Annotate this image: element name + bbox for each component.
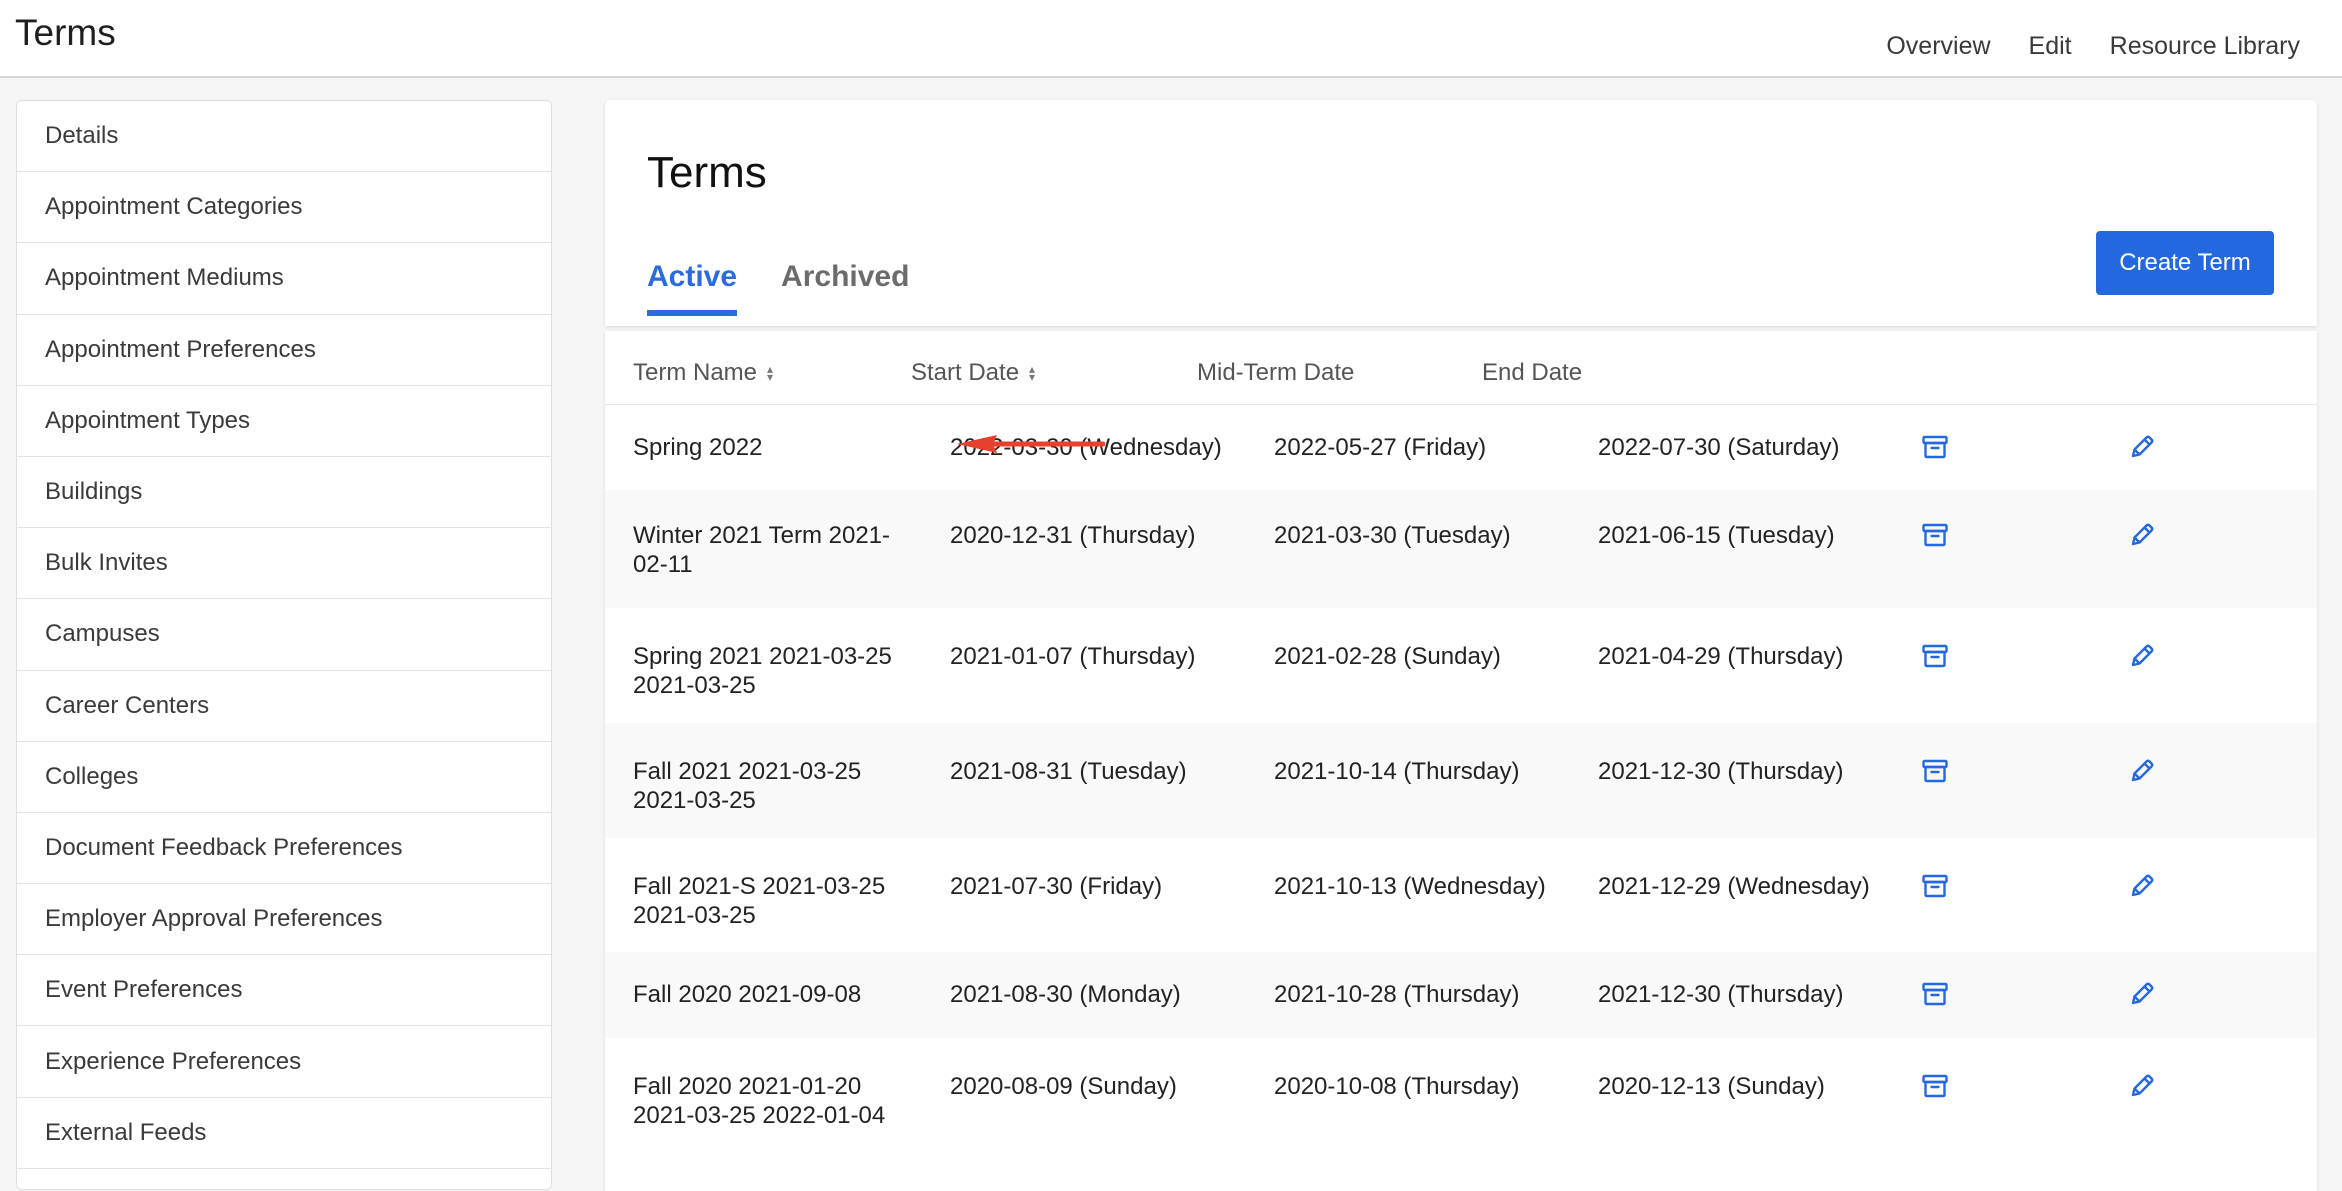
term-name-cell: Spring 2022 — [633, 434, 763, 461]
sort-icon[interactable]: ▴ ▾ — [1029, 363, 1035, 383]
term-name-cell: Fall 2021-S 2021-03-25 2021-03-25 — [633, 873, 886, 929]
column-label: Mid-Term Date — [1197, 359, 1355, 386]
term-name-cell: Fall 2021 2021-03-25 2021-03-25 — [633, 758, 862, 814]
mid-term-date-cell: 2021-02-28 (Sunday) — [1274, 643, 1501, 670]
table-row: Fall 2020 2021-01-20 2021-03-25 2022-01-… — [605, 1038, 2317, 1156]
end-date-cell: 2021-12-29 (Wednesday) — [1598, 873, 1870, 900]
table-row: Spring 2021 2021-03-25 2021-03-25 2021-01… — [605, 608, 2317, 723]
archive-icon[interactable] — [1920, 1071, 1950, 1101]
settings-sidebar: Details Appointment Categories Appointme… — [16, 100, 552, 1190]
end-date-cell: 2021-06-15 (Tuesday) — [1598, 522, 1835, 549]
edit-pencil-icon[interactable] — [2127, 871, 2157, 901]
term-name-cell: Fall 2020 2021-09-08 — [633, 981, 862, 1008]
end-date-cell: 2021-04-29 (Thursday) — [1598, 643, 1844, 670]
column-header-end-date: End Date — [1482, 359, 1582, 387]
mid-term-date-cell: 2021-10-13 (Wednesday) — [1274, 873, 1546, 900]
mid-term-date-cell: 2021-10-14 (Thursday) — [1274, 758, 1520, 785]
term-name-cell: Winter 2021 Term 2021- 02-11 — [633, 522, 891, 578]
archive-icon[interactable] — [1920, 871, 1950, 901]
sidebar-item-details[interactable]: Details — [17, 101, 551, 173]
mid-term-date-cell: 2022-05-27 (Friday) — [1274, 434, 1487, 461]
table-row: Spring 2022 2022-03-30 (Wednesday) 2022-05… — [605, 405, 2317, 490]
sidebar-item-document-feedback-preferences[interactable]: Document Feedback Preferences — [17, 813, 551, 885]
page-title: Terms — [647, 148, 767, 197]
column-header-mid-term-date: Mid-Term Date — [1197, 359, 1354, 387]
term-name-cell: Spring 2021 2021-03-25 2021-03-25 — [633, 643, 892, 699]
mid-term-date-cell: 2021-03-30 (Tuesday) — [1274, 522, 1511, 549]
sidebar-item-experience-preferences[interactable]: Experience Preferences — [17, 1026, 551, 1098]
top-header: Terms Overview Edit Resource Library — [0, 0, 2342, 78]
sort-icon[interactable]: ▴ ▾ — [767, 363, 773, 383]
edit-pencil-icon[interactable] — [2127, 520, 2157, 550]
top-nav: Overview Edit Resource Library — [1886, 32, 2300, 61]
tab-archived[interactable]: Archived — [781, 260, 909, 316]
nav-resource-library[interactable]: Resource Library — [2110, 32, 2300, 61]
sidebar-item-appointment-preferences[interactable]: Appointment Preferences — [17, 315, 551, 386]
start-date-cell: 2021-07-30 (Friday) — [950, 873, 1163, 900]
sidebar-item-buildings[interactable]: Buildings — [17, 457, 551, 529]
archive-icon[interactable] — [1920, 979, 1950, 1009]
table-row: Fall 2021 2021-03-25 2021-03-25 2021-08-3… — [605, 723, 2317, 838]
sidebar-item-career-centers[interactable]: Career Centers — [17, 671, 551, 742]
archive-icon[interactable] — [1920, 520, 1950, 550]
start-date-cell: 2021-08-30 (Monday) — [950, 981, 1181, 1008]
end-date-cell: 2021-12-30 (Thursday) — [1598, 981, 1844, 1008]
column-header-term-name[interactable]: Term Name ▴ ▾ — [633, 359, 773, 387]
edit-pencil-icon[interactable] — [2127, 432, 2157, 462]
sidebar-item-colleges[interactable]: Colleges — [17, 742, 551, 813]
sidebar-item-bulk-invites[interactable]: Bulk Invites — [17, 528, 551, 600]
table-row: Fall 2020 2021-09-08 2021-08-30 (Monday) 2… — [605, 952, 2317, 1038]
sidebar-item-campuses[interactable]: Campuses — [17, 599, 551, 671]
nav-overview[interactable]: Overview — [1886, 32, 1990, 61]
start-date-cell: 2020-08-09 (Sunday) — [950, 1073, 1177, 1100]
column-label: End Date — [1482, 359, 1583, 386]
create-term-button[interactable]: Create Term — [2096, 231, 2274, 295]
archive-icon[interactable] — [1920, 641, 1950, 671]
sidebar-item-external-feeds[interactable]: External Feeds — [17, 1098, 551, 1169]
tab-bar: Active Archived — [647, 260, 909, 316]
archive-icon[interactable] — [1920, 432, 1950, 462]
edit-pencil-icon[interactable] — [2127, 641, 2157, 671]
archive-icon[interactable] — [1920, 756, 1950, 786]
terms-table: Term Name ▴ ▾ Start Date ▴ ▾ Mid-Term Date… — [605, 331, 2317, 1191]
mid-term-date-cell: 2020-10-08 (Thursday) — [1274, 1073, 1520, 1100]
edit-pencil-icon[interactable] — [2127, 1071, 2157, 1101]
app-title: Terms — [15, 12, 116, 53]
sidebar-item-employer-approval-preferences[interactable]: Employer Approval Preferences — [17, 884, 551, 956]
column-label: Start Date — [911, 359, 1020, 386]
terms-header-card: Terms Active Archived Create Term — [605, 100, 2317, 326]
sidebar-item-appointment-mediums[interactable]: Appointment Mediums — [17, 243, 551, 315]
column-header-start-date[interactable]: Start Date ▴ ▾ — [911, 359, 1035, 387]
table-row: Fall 2021-S 2021-03-25 2021-03-25 2021-07… — [605, 838, 2317, 952]
mid-term-date-cell: 2021-10-28 (Thursday) — [1274, 981, 1520, 1008]
start-date-cell: 2020-12-31 (Thursday) — [950, 522, 1196, 549]
end-date-cell: 2021-12-30 (Thursday) — [1598, 758, 1844, 785]
start-date-cell: 2021-01-07 (Thursday) — [950, 643, 1196, 670]
column-label: Term Name — [633, 359, 758, 386]
table-header: Term Name ▴ ▾ Start Date ▴ ▾ Mid-Term Date… — [605, 331, 2317, 405]
start-date-cell: 2021-08-31 (Tuesday) — [950, 758, 1187, 785]
sidebar-item-event-preferences[interactable]: Event Preferences — [17, 955, 551, 1027]
edit-pencil-icon[interactable] — [2127, 979, 2157, 1009]
sidebar-item-appointment-categories[interactable]: Appointment Categories — [17, 172, 551, 244]
term-name-cell: Fall 2020 2021-01-20 2021-03-25 2022-01-… — [633, 1073, 886, 1129]
annotation-arrow — [957, 435, 1105, 453]
end-date-cell: 2022-07-30 (Saturday) — [1598, 434, 1840, 461]
table-row: Winter 2021 Term 2021- 02-11 2020-12-31 (… — [605, 490, 2317, 608]
end-date-cell: 2020-12-13 (Sunday) — [1598, 1073, 1825, 1100]
nav-edit[interactable]: Edit — [2029, 32, 2072, 61]
tab-active[interactable]: Active — [647, 260, 738, 316]
sidebar-item-appointment-types[interactable]: Appointment Types — [17, 386, 551, 457]
edit-pencil-icon[interactable] — [2127, 756, 2157, 786]
